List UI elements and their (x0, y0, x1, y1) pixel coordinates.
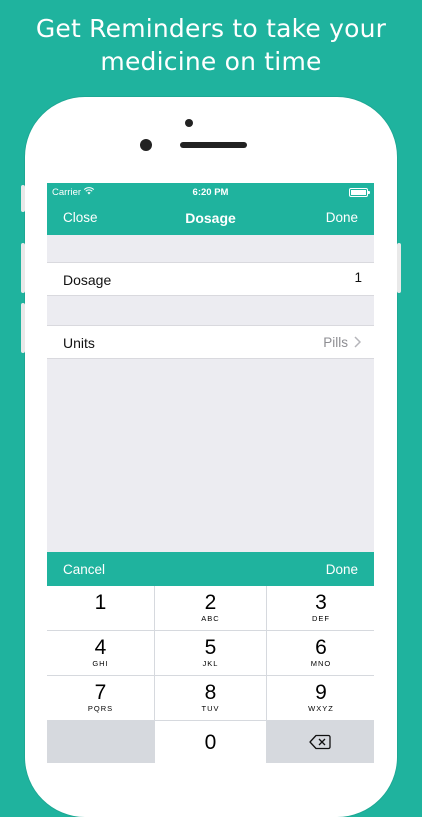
key-digit: 2 (204, 591, 217, 614)
chevron-right-icon (354, 335, 362, 351)
keyboard-toolbar: Cancel Done (47, 552, 374, 586)
phone-volume-up (21, 243, 25, 293)
promo-line-2: medicine on time (100, 47, 322, 76)
phone-speaker (180, 142, 247, 148)
key-0[interactable]: 0 (155, 721, 266, 763)
key-letters: TUV (201, 704, 220, 713)
key-6[interactable]: 6 MNO (267, 631, 374, 675)
app-screen: Carrier 6:20 PM Close Dosage Done Dosage… (47, 183, 374, 763)
done-button[interactable]: Done (326, 210, 358, 225)
backspace-icon (309, 734, 331, 750)
key-digit: 0 (204, 731, 217, 754)
key-letters: GHI (92, 659, 109, 668)
key-letters: MNO (310, 659, 332, 668)
key-7[interactable]: 7 PQRS (47, 676, 154, 720)
status-bar: Carrier 6:20 PM (47, 183, 374, 201)
key-digit: 3 (315, 591, 327, 614)
key-digit: 5 (204, 636, 217, 659)
phone-power-button (397, 243, 401, 293)
key-digit: 9 (315, 681, 327, 704)
key-3[interactable]: 3 DEF (267, 586, 374, 630)
phone-side-button (21, 185, 25, 212)
promo-headline: Get Reminders to take your medicine on t… (0, 12, 422, 78)
key-digit: 1 (94, 591, 107, 614)
key-letters: JKL (202, 659, 219, 668)
key-letters: PQRS (87, 704, 114, 713)
status-time: 6:20 PM (192, 187, 229, 198)
keypad-blank-key (47, 721, 154, 763)
units-value: Pills (323, 335, 348, 350)
key-8[interactable]: 8 TUV (155, 676, 266, 720)
battery-icon (349, 188, 370, 197)
key-letters: ABC (201, 614, 220, 623)
key-4[interactable]: 4 GHI (47, 631, 154, 675)
key-letters: DEF (312, 614, 330, 623)
dosage-label: Dosage (63, 272, 112, 288)
promo-line-1: Get Reminders to take your (35, 14, 387, 43)
units-label: Units (63, 335, 95, 351)
dosage-row[interactable]: Dosage 1 (47, 262, 374, 296)
phone-camera (185, 119, 193, 127)
key-digit: 7 (94, 681, 107, 704)
key-1[interactable]: 1 (47, 586, 154, 630)
key-digit: 4 (94, 636, 107, 659)
units-row[interactable]: Units Pills (47, 325, 374, 359)
key-2[interactable]: 2 ABC (155, 586, 266, 630)
keyboard-done-button[interactable]: Done (326, 562, 358, 577)
backspace-key[interactable] (267, 721, 374, 763)
number-keypad: 1 2 ABC 3 DEF 4 GHI 5 JKL 6 MNO 7 PQRS 8 (47, 586, 374, 763)
key-digit: 8 (204, 681, 217, 704)
cancel-button[interactable]: Cancel (63, 562, 105, 577)
key-digit: 6 (315, 636, 327, 659)
dosage-field[interactable]: 1 (354, 270, 362, 285)
key-5[interactable]: 5 JKL (155, 631, 266, 675)
key-9[interactable]: 9 WXYZ (267, 676, 374, 720)
phone-sensor (140, 139, 152, 151)
key-letters: WXYZ (308, 704, 334, 713)
navigation-bar: Close Dosage Done (47, 201, 374, 235)
phone-volume-down (21, 303, 25, 353)
